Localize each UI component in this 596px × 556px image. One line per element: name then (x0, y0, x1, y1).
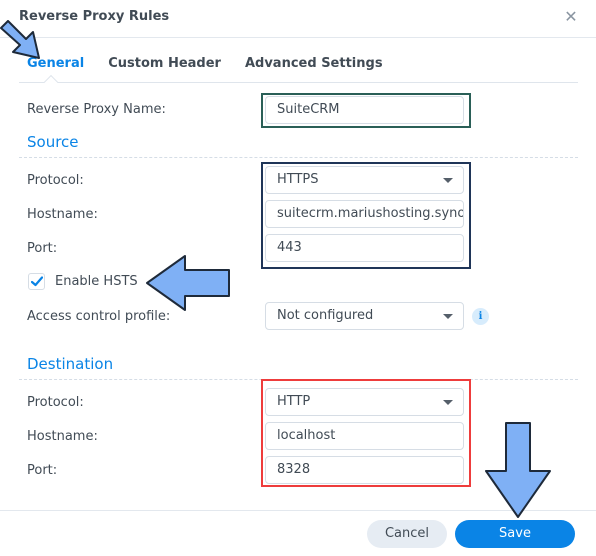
source-port-label: Port: (27, 241, 58, 256)
source-hostname-input[interactable]: suitecrm.mariushosting.synology.me (265, 200, 464, 228)
info-icon[interactable]: i (472, 308, 489, 325)
chevron-down-icon (443, 178, 453, 183)
reverse-proxy-name-label: Reverse Proxy Name: (27, 102, 166, 117)
access-control-value: Not configured (277, 308, 374, 323)
destination-hostname-label: Hostname: (27, 429, 98, 444)
active-tab-indicator (43, 74, 59, 90)
cancel-button[interactable]: Cancel (367, 520, 447, 548)
destination-divider (19, 379, 578, 380)
checkmark-icon (31, 276, 43, 287)
tab-advanced-settings[interactable]: Advanced Settings (245, 56, 383, 76)
source-section-title: Source (27, 133, 79, 151)
destination-protocol-label: Protocol: (27, 395, 84, 410)
enable-hsts-checkbox[interactable] (28, 273, 45, 290)
source-protocol-select[interactable]: HTTPS (265, 166, 464, 194)
destination-section-title: Destination (27, 355, 114, 373)
source-protocol-value: HTTPS (277, 172, 319, 187)
tab-bar: General Custom Header Advanced Settings (27, 56, 407, 76)
chevron-down-icon (443, 400, 453, 405)
destination-port-label: Port: (27, 463, 58, 478)
footer-divider (0, 510, 596, 511)
access-control-select[interactable]: Not configured (265, 302, 464, 330)
arrow-pointing-hsts-icon (146, 255, 230, 311)
tab-divider (19, 82, 578, 83)
close-icon[interactable]: ✕ (563, 8, 579, 26)
chevron-down-icon (443, 314, 453, 319)
save-button[interactable]: Save (455, 520, 575, 548)
destination-hostname-input[interactable]: localhost (265, 422, 464, 450)
source-protocol-label: Protocol: (27, 173, 84, 188)
source-port-input[interactable]: 443 (265, 234, 464, 262)
source-hostname-label: Hostname: (27, 207, 98, 222)
destination-port-input[interactable]: 8328 (265, 456, 464, 484)
source-divider (19, 157, 578, 158)
destination-protocol-select[interactable]: HTTP (265, 388, 464, 416)
access-control-label: Access control profile: (27, 309, 171, 324)
reverse-proxy-dialog: Reverse Proxy Rules ✕ General Custom Hea… (0, 0, 596, 556)
tab-custom-header[interactable]: Custom Header (108, 56, 221, 76)
arrow-pointing-save-icon (485, 422, 551, 518)
destination-protocol-value: HTTP (277, 394, 311, 409)
enable-hsts-label[interactable]: Enable HSTS (55, 274, 138, 289)
reverse-proxy-name-input[interactable]: SuiteCRM (265, 96, 464, 124)
tab-general[interactable]: General (27, 56, 84, 76)
dialog-title: Reverse Proxy Rules (19, 9, 170, 24)
title-divider (0, 37, 596, 38)
